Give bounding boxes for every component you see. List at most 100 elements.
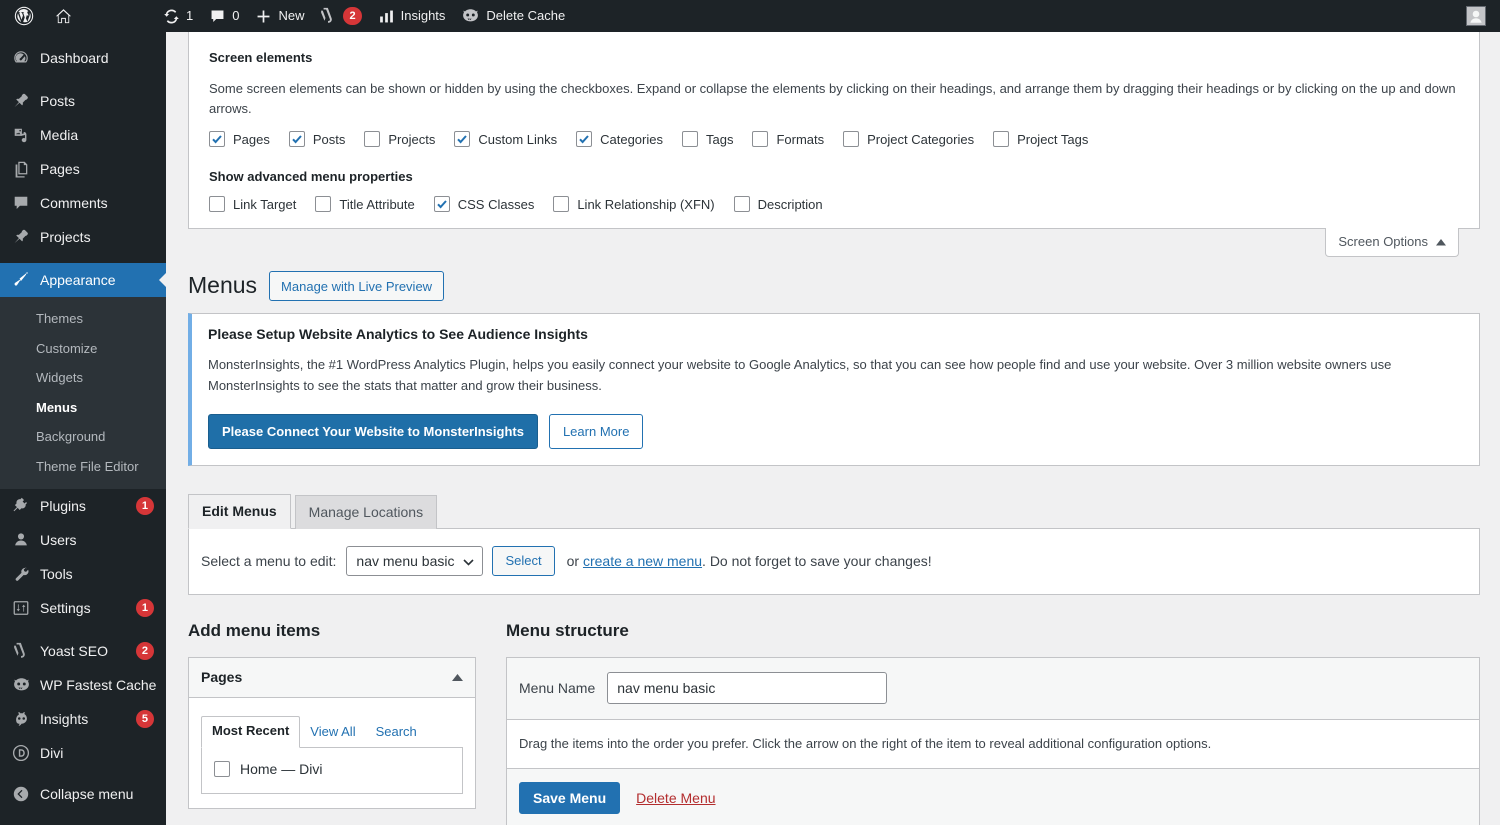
visit-site-home-link[interactable] [44,0,83,32]
sidebar-item-label: Yoast SEO [40,643,108,660]
checkbox-label: Categories [600,131,663,147]
sidebar-item-appearance[interactable]: Appearance [0,263,166,297]
wp-fastest-cache-icon [11,675,31,695]
sidebar-item-users[interactable]: Users [0,523,166,557]
checkbox-projects[interactable]: Projects [364,131,435,148]
tab-most-recent[interactable]: Most Recent [201,715,301,748]
chevron-up-icon[interactable] [452,669,463,684]
checkbox-label: Project Categories [867,131,975,147]
sidebar-item-label: Comments [40,195,108,211]
sidebar-item-insights[interactable]: Insights 5 [0,702,166,736]
sidebar-item-tools[interactable]: Tools [0,557,166,591]
yoast-seo-menu[interactable]: 2 [312,0,369,32]
checkbox-posts[interactable]: Posts [288,131,346,148]
sidebar-subitem-widgets[interactable]: Widgets [0,363,166,393]
checkbox-custom-links[interactable]: Custom Links [454,131,557,148]
menu-select-dropdown[interactable]: nav menu basic [346,545,484,576]
my-account-menu[interactable] [1460,0,1492,32]
checkbox-project-categories[interactable]: Project Categories [843,131,975,148]
advanced-properties-checkbox-row: Link Target Title Attribute CSS Classes … [209,196,1459,213]
sidebar-item-plugins[interactable]: Plugins 1 [0,489,166,523]
menu-structure-heading: Menu structure [506,620,629,640]
checkbox-box [553,196,570,213]
user-icon [11,530,31,550]
divi-icon [11,743,31,763]
sidebar-item-pages[interactable]: Pages [0,152,166,186]
tab-search[interactable]: Search [366,718,427,748]
menu-selector-help-text: or create a new menu. Do not forget to s… [567,553,932,569]
sidebar-item-yoast-seo[interactable]: Yoast SEO 2 [0,634,166,668]
sidebar-subitem-themes[interactable]: Themes [0,304,166,334]
menu-name-input[interactable] [607,671,888,704]
page-item-label: Home — Divi [240,760,323,777]
chevron-up-icon [1436,234,1446,249]
sidebar-item-label: Settings [40,600,91,617]
admin-bar: 1 0 New 2 Insights Delete Cache [0,0,1500,32]
sidebar-subitem-theme-file-editor[interactable]: Theme File Editor [0,452,166,482]
updates-menu[interactable]: 1 [155,0,201,32]
sidebar-subitem-customize[interactable]: Customize [0,334,166,364]
connect-website-button[interactable]: Please Connect Your Website to MonsterIn… [208,413,538,449]
checkbox-link-relationship-xfn[interactable]: Link Relationship (XFN) [553,196,715,213]
screen-options-toggle-button[interactable]: Screen Options [1325,228,1459,258]
create-new-menu-link[interactable]: create a new menu [583,553,702,569]
collapse-arrow-icon [11,784,31,804]
sidebar-item-settings[interactable]: Settings 1 [0,591,166,625]
new-content-menu[interactable]: New [247,0,312,32]
comments-menu[interactable]: 0 [201,0,247,32]
checkbox-description[interactable]: Description [733,196,823,213]
add-menu-items-heading: Add menu items [188,620,321,640]
add-menu-items-column: Add menu items Pages Most Recent View Al… [188,619,476,825]
checkbox-formats[interactable]: Formats [752,131,824,148]
pages-accordion-header[interactable]: Pages [189,657,475,698]
checkbox-box [288,131,305,148]
checkbox-title-attribute[interactable]: Title Attribute [315,196,415,213]
manage-with-live-preview-button[interactable]: Manage with Live Preview [269,271,445,302]
checkbox-categories[interactable]: Categories [576,131,663,148]
or-text: or [566,552,583,569]
sidebar-item-divi[interactable]: Divi [0,736,166,770]
checkbox-link-target[interactable]: Link Target [209,196,296,213]
select-menu-button[interactable]: Select [492,545,555,576]
insights-label: Insights [400,8,446,23]
checkbox-label: Posts [312,131,346,147]
checkbox-box [576,131,593,148]
learn-more-button[interactable]: Learn More [548,413,644,449]
checkbox-box [843,131,860,148]
tab-view-all[interactable]: View All [300,718,365,748]
delete-menu-link[interactable]: Delete Menu [636,790,715,806]
save-menu-button[interactable]: Save Menu [519,782,621,815]
menu-name-row: Menu Name [507,657,1479,720]
sidebar-item-comments[interactable]: Comments [0,186,166,220]
insights-menu[interactable]: Insights [370,0,454,32]
pages-item-list: Home — Divi [201,747,463,794]
collapse-menu-label: Collapse menu [40,786,134,803]
sidebar-item-wp-fastest-cache[interactable]: WP Fastest Cache [0,668,166,702]
pages-accordion-panel: Pages Most Recent View All Search Home —… [188,656,476,809]
sidebar-subitem-menus[interactable]: Menus [0,393,166,423]
screen-elements-heading: Screen elements [209,50,313,65]
home-icon [54,7,73,26]
checkbox-box [209,131,225,148]
pages-inner-tabs: Most Recent View All Search [201,715,463,748]
sidebar-item-posts[interactable]: Posts [0,84,166,118]
checkbox-pages[interactable]: Pages [209,131,270,148]
sidebar-item-projects[interactable]: Projects [0,220,166,254]
menu-selector-box: Select a menu to edit: nav menu basic Se… [188,528,1480,595]
plugins-update-badge: 1 [135,497,154,516]
tab-manage-locations[interactable]: Manage Locations [294,494,438,529]
collapse-menu-button[interactable]: Collapse menu [0,777,166,811]
sidebar-item-dashboard[interactable]: Dashboard [0,41,166,75]
list-item[interactable]: Home — Divi [214,760,450,777]
plug-icon [11,496,31,516]
checkbox-box [733,196,750,213]
checkbox-tags[interactable]: Tags [681,131,733,148]
wordpress-logo-menu[interactable] [4,0,44,32]
sidebar-item-media[interactable]: Media [0,118,166,152]
delete-cache-menu[interactable]: Delete Cache [453,0,573,32]
checkbox-label: Link Relationship (XFN) [577,196,715,212]
sidebar-subitem-background[interactable]: Background [0,422,166,452]
checkbox-css-classes[interactable]: CSS Classes [433,196,534,213]
checkbox-project-tags[interactable]: Project Tags [993,131,1088,148]
tab-edit-menus[interactable]: Edit Menus [188,493,291,529]
